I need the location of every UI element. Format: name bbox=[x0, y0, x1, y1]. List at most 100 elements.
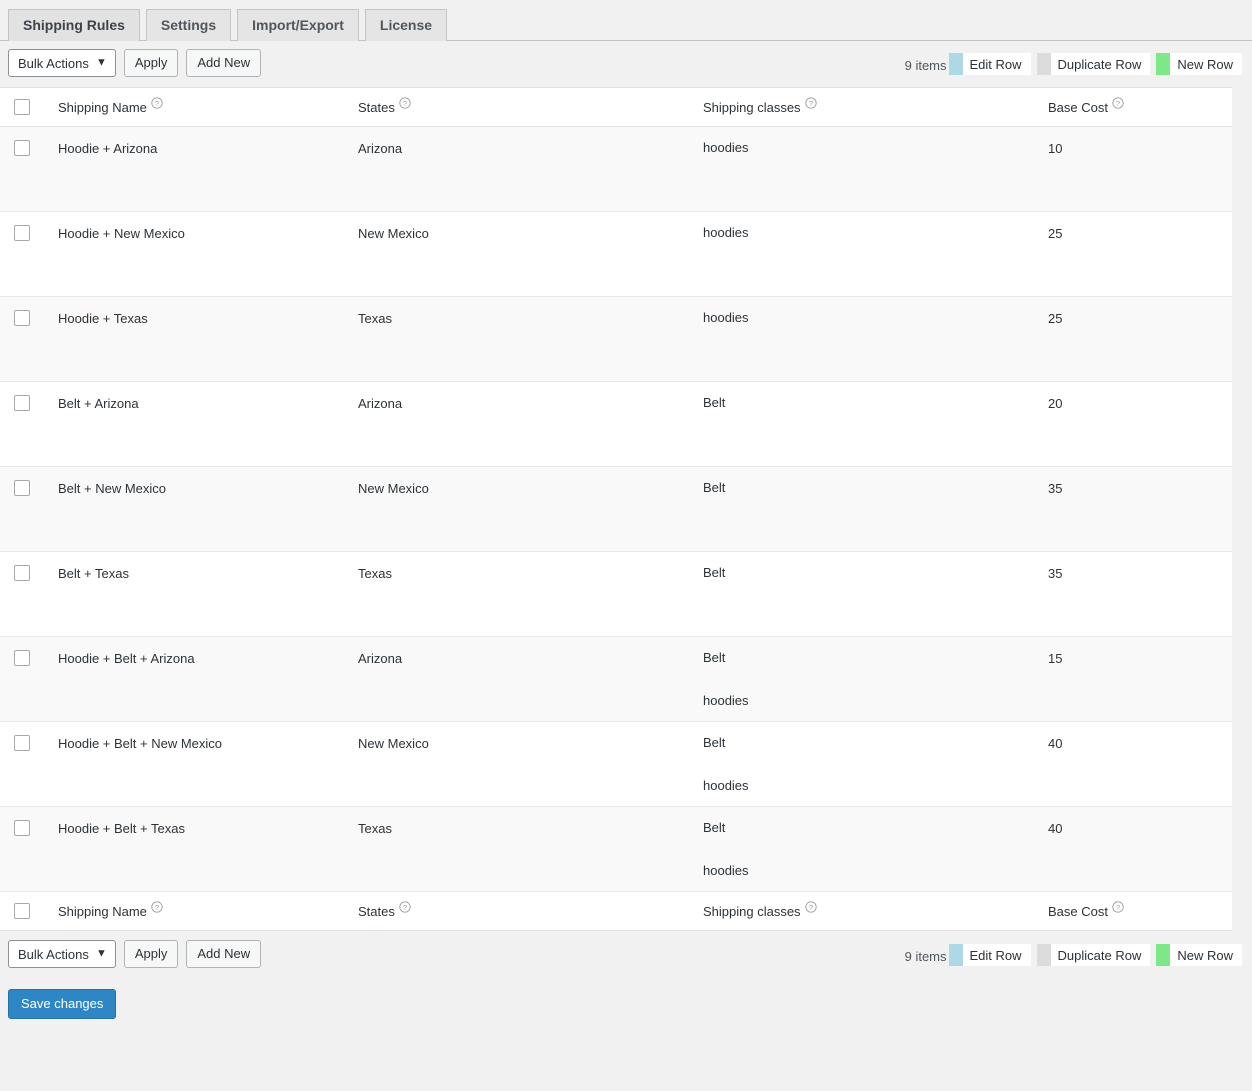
row-select-checkbox[interactable] bbox=[14, 735, 30, 751]
row-select-checkbox[interactable] bbox=[14, 395, 30, 411]
cell-states[interactable]: Arizona bbox=[344, 381, 689, 467]
tab-shipping-rules[interactable]: Shipping Rules bbox=[8, 9, 140, 42]
tab-import-export[interactable]: Import/Export bbox=[237, 9, 359, 42]
legend-new-row-bottom[interactable]: New Row bbox=[1156, 944, 1242, 966]
cell-shipping-name[interactable]: Hoodie + New Mexico bbox=[44, 211, 344, 297]
table-row[interactable]: Belt + Texas Texas Belt 35 bbox=[0, 551, 1232, 637]
column-header-class-bottom: Shipping classes? bbox=[689, 891, 1034, 931]
cell-base-cost[interactable]: 35 bbox=[1034, 466, 1232, 552]
help-icon[interactable]: ? bbox=[151, 96, 163, 109]
select-all-checkbox-bottom[interactable] bbox=[14, 903, 30, 919]
legend-edit-row-bottom[interactable]: Edit Row bbox=[948, 944, 1031, 966]
cell-text: Belt + Arizona bbox=[58, 396, 139, 411]
cell-shipping-classes[interactable]: Belt bbox=[689, 466, 1034, 552]
cell-base-cost[interactable]: 40 bbox=[1034, 721, 1232, 807]
cell-states[interactable]: Arizona bbox=[344, 126, 689, 212]
shipping-class-item: hoodies bbox=[703, 778, 749, 793]
legend-edit-row-top[interactable]: Edit Row bbox=[948, 53, 1031, 75]
legend-new-row-top[interactable]: New Row bbox=[1156, 53, 1242, 75]
cell-shipping-classes[interactable]: Belt hoodies bbox=[689, 806, 1034, 892]
table-row[interactable]: Hoodie + Belt + New Mexico New Mexico Belt… bbox=[0, 721, 1232, 807]
row-select-checkbox[interactable] bbox=[14, 650, 30, 666]
add-new-button-bottom[interactable]: Add New bbox=[186, 940, 262, 968]
help-icon[interactable]: ? bbox=[151, 900, 163, 913]
table-row[interactable]: Hoodie + Texas Texas hoodies 25 bbox=[0, 296, 1232, 382]
cell-shipping-classes[interactable]: hoodies bbox=[689, 211, 1034, 297]
table-row[interactable]: Hoodie + New Mexico New Mexico hoodies 25 bbox=[0, 211, 1232, 297]
column-header-label: States bbox=[358, 903, 395, 919]
row-select-checkbox[interactable] bbox=[14, 480, 30, 496]
cell-states[interactable]: Arizona bbox=[344, 636, 689, 722]
cell-shipping-name[interactable]: Belt + New Mexico bbox=[44, 466, 344, 552]
column-header-cost-bottom: Base Cost? bbox=[1034, 891, 1232, 931]
apply-button-top[interactable]: Apply bbox=[123, 49, 179, 77]
cell-shipping-name[interactable]: Belt + Arizona bbox=[44, 381, 344, 467]
tab-license[interactable]: License bbox=[364, 9, 448, 42]
table-row[interactable]: Belt + Arizona Arizona Belt 20 bbox=[0, 381, 1232, 467]
row-select-checkbox[interactable] bbox=[14, 310, 30, 326]
cell-class-list: Belt bbox=[689, 566, 1034, 579]
select-all-checkbox-top[interactable] bbox=[14, 99, 30, 115]
cell-base-cost[interactable]: 20 bbox=[1034, 381, 1232, 467]
tab-bar: Shipping Rules Settings Import/Export Licen… bbox=[0, 0, 1252, 42]
column-header-cost-top: Base Cost? bbox=[1034, 87, 1232, 127]
shipping-class-item: Belt bbox=[703, 820, 726, 835]
chevron-updown-icon: ▼ bbox=[95, 947, 107, 960]
cell-base-cost[interactable]: 15 bbox=[1034, 636, 1232, 722]
help-icon[interactable]: ? bbox=[1112, 900, 1124, 913]
cell-text: 10 bbox=[1048, 141, 1063, 156]
cell-states[interactable]: Texas bbox=[344, 296, 689, 382]
row-select-checkbox[interactable] bbox=[14, 820, 30, 836]
legend-duplicate-row-top[interactable]: Duplicate Row bbox=[1036, 53, 1151, 75]
cell-shipping-classes[interactable]: hoodies bbox=[689, 126, 1034, 212]
column-header-label: States bbox=[358, 99, 395, 115]
swatch-new-row-icon bbox=[1156, 53, 1171, 75]
cell-states[interactable]: Texas bbox=[344, 551, 689, 637]
cell-shipping-name[interactable]: Hoodie + Arizona bbox=[44, 126, 344, 212]
save-changes-button[interactable]: Save changes bbox=[8, 989, 117, 1019]
cell-base-cost[interactable]: 10 bbox=[1034, 126, 1232, 212]
help-icon[interactable]: ? bbox=[1112, 96, 1124, 109]
cell-shipping-name[interactable]: Hoodie + Texas bbox=[44, 296, 344, 382]
cell-text: Arizona bbox=[358, 396, 403, 411]
table-row[interactable]: Hoodie + Belt + Arizona Arizona Belt hoodie… bbox=[0, 636, 1232, 722]
cell-base-cost[interactable]: 35 bbox=[1034, 551, 1232, 637]
cell-states[interactable]: Texas bbox=[344, 806, 689, 892]
tab-settings[interactable]: Settings bbox=[145, 9, 232, 42]
add-new-button-top[interactable]: Add New bbox=[186, 49, 262, 77]
apply-button-bottom[interactable]: Apply bbox=[123, 940, 179, 968]
cell-shipping-classes[interactable]: hoodies bbox=[689, 296, 1034, 382]
cell-shipping-name[interactable]: Belt + Texas bbox=[44, 551, 344, 637]
table-row[interactable]: Belt + New Mexico New Mexico Belt 35 bbox=[0, 466, 1232, 552]
help-icon[interactable]: ? bbox=[399, 900, 411, 913]
row-select-cell bbox=[0, 636, 44, 722]
cell-base-cost[interactable]: 25 bbox=[1034, 211, 1232, 297]
cell-shipping-name[interactable]: Hoodie + Belt + New Mexico bbox=[44, 721, 344, 807]
table-row[interactable]: Hoodie + Belt + Texas Texas Belt hoodies 40 bbox=[0, 806, 1232, 892]
cell-shipping-name[interactable]: Hoodie + Belt + Texas bbox=[44, 806, 344, 892]
cell-base-cost[interactable]: 40 bbox=[1034, 806, 1232, 892]
bulk-actions-select-bottom[interactable]: Bulk Actions ▼ bbox=[8, 940, 116, 968]
cell-states[interactable]: New Mexico bbox=[344, 466, 689, 552]
cell-base-cost[interactable]: 25 bbox=[1034, 296, 1232, 382]
cell-shipping-classes[interactable]: Belt bbox=[689, 551, 1034, 637]
help-icon[interactable]: ? bbox=[399, 96, 411, 109]
svg-text:?: ? bbox=[155, 98, 159, 107]
cell-states[interactable]: New Mexico bbox=[344, 211, 689, 297]
help-icon[interactable]: ? bbox=[804, 96, 817, 109]
cell-shipping-classes[interactable]: Belt hoodies bbox=[689, 636, 1034, 722]
column-header-label: Shipping classes bbox=[703, 903, 801, 919]
help-icon[interactable]: ? bbox=[804, 900, 817, 913]
legend-duplicate-row-bottom[interactable]: Duplicate Row bbox=[1036, 944, 1151, 966]
row-select-checkbox[interactable] bbox=[14, 225, 30, 241]
cell-shipping-classes[interactable]: Belt hoodies bbox=[689, 721, 1034, 807]
cell-shipping-classes[interactable]: Belt bbox=[689, 381, 1034, 467]
legend-items-bottom: Edit Row Duplicate Row New Row bbox=[948, 944, 1242, 969]
bulk-actions-select-top[interactable]: Bulk Actions ▼ bbox=[8, 49, 116, 77]
cell-shipping-name[interactable]: Hoodie + Belt + Arizona bbox=[44, 636, 344, 722]
cell-states[interactable]: New Mexico bbox=[344, 721, 689, 807]
row-select-checkbox[interactable] bbox=[14, 140, 30, 156]
table-row[interactable]: Hoodie + Arizona Arizona hoodies 10 bbox=[0, 126, 1232, 212]
row-select-checkbox[interactable] bbox=[14, 565, 30, 581]
submit-area: Save changes bbox=[0, 977, 1252, 1019]
